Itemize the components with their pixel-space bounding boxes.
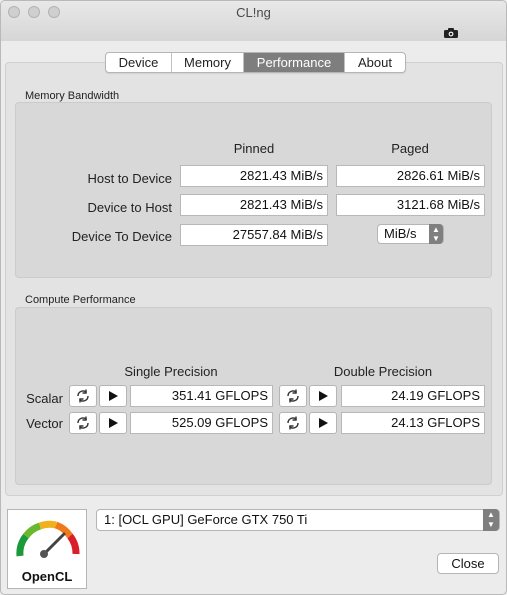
row-label-scalar: Scalar xyxy=(26,391,63,406)
vector-double-refresh-button[interactable] xyxy=(279,412,307,434)
scalar-single-refresh-button[interactable] xyxy=(69,385,97,407)
play-icon xyxy=(319,391,328,401)
camera-icon[interactable] xyxy=(444,28,458,38)
play-icon xyxy=(109,418,118,428)
tab-memory[interactable]: Memory xyxy=(172,53,244,72)
play-icon xyxy=(109,391,118,401)
scalar-single-play-button[interactable] xyxy=(99,385,127,407)
host-to-device-pinned-field: 2821.43 MiB/s xyxy=(180,165,328,187)
host-to-device-paged-field: 2826.61 MiB/s xyxy=(336,165,485,187)
scalar-double-refresh-button[interactable] xyxy=(279,385,307,407)
vector-single-refresh-button[interactable] xyxy=(69,412,97,434)
app-window: CL!ng Device Memory Performance About Me… xyxy=(0,0,507,595)
scalar-double-field: 24.19 GFLOPS xyxy=(341,385,485,407)
close-button[interactable]: Close xyxy=(437,553,499,574)
tab-about[interactable]: About xyxy=(345,53,405,72)
gauge-icon xyxy=(16,520,80,558)
device-select-value: 1: [OCL GPU] GeForce GTX 750 Ti xyxy=(104,512,308,527)
row-label-vector: Vector xyxy=(26,416,63,431)
chevron-updown-icon: ▲ ▼ xyxy=(483,509,499,531)
vector-double-field: 24.13 GFLOPS xyxy=(341,412,485,434)
pinned-column-header: Pinned xyxy=(233,141,275,156)
row-label-host-to-device: Host to Device xyxy=(87,171,172,186)
vector-single-play-button[interactable] xyxy=(99,412,127,434)
tab-device[interactable]: Device xyxy=(106,53,172,72)
refresh-icon xyxy=(287,416,299,430)
unit-select-value: MiB/s xyxy=(384,226,417,241)
paged-column-header: Paged xyxy=(391,141,429,156)
title-bar: CL!ng xyxy=(1,1,506,41)
opencl-logo: OpenCL xyxy=(7,509,87,589)
vector-double-play-button[interactable] xyxy=(309,412,337,434)
memory-bandwidth-group xyxy=(15,102,492,278)
unit-select[interactable]: MiB/s ▲ ▼ xyxy=(377,224,444,244)
device-to-host-paged-field: 3121.68 MiB/s xyxy=(336,194,485,216)
vector-single-field: 525.09 GFLOPS xyxy=(130,412,273,434)
single-precision-header: Single Precision xyxy=(124,364,218,379)
window-title: CL!ng xyxy=(236,5,271,20)
row-label-device-to-device: Device To Device xyxy=(71,229,172,244)
compute-performance-label: Compute Performance xyxy=(25,294,136,306)
logo-label: OpenCL xyxy=(21,569,73,584)
device-to-host-pinned-field: 2821.43 MiB/s xyxy=(180,194,328,216)
device-select[interactable]: 1: [OCL GPU] GeForce GTX 750 Ti ▲ ▼ xyxy=(96,509,500,531)
tab-performance[interactable]: Performance xyxy=(244,53,345,72)
device-to-device-pinned-field: 27557.84 MiB/s xyxy=(180,224,328,246)
refresh-icon xyxy=(77,416,89,430)
scalar-single-field: 351.41 GFLOPS xyxy=(130,385,273,407)
row-label-device-to-host: Device to Host xyxy=(87,200,172,215)
refresh-icon xyxy=(287,389,299,403)
scalar-double-play-button[interactable] xyxy=(309,385,337,407)
play-icon xyxy=(319,418,328,428)
memory-bandwidth-label: Memory Bandwidth xyxy=(25,90,120,102)
tab-bar: Device Memory Performance About xyxy=(105,52,406,73)
chevron-updown-icon: ▲ ▼ xyxy=(429,224,443,244)
refresh-icon xyxy=(77,389,89,403)
double-precision-header: Double Precision xyxy=(333,364,433,379)
